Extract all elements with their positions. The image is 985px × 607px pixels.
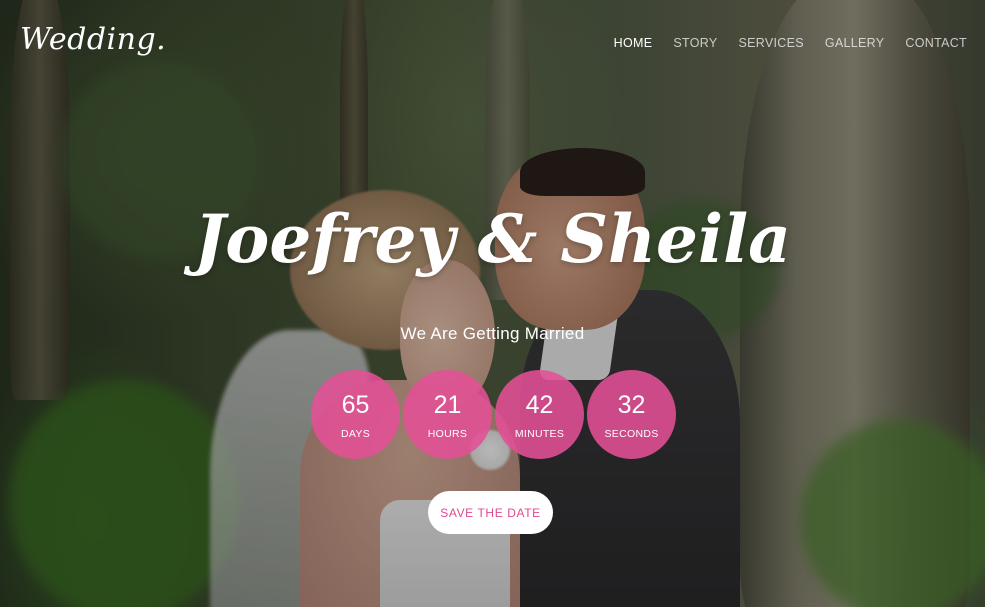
nav-item-services[interactable]: SERVICES (738, 36, 803, 50)
nav-item-story[interactable]: STORY (673, 36, 717, 50)
couple-names: Joefrey & Sheila (194, 200, 791, 278)
countdown-minutes: 42 MINUTES (495, 370, 584, 459)
countdown-value: 65 (341, 391, 370, 419)
countdown-unit: SECONDS (604, 428, 659, 440)
countdown-unit: MINUTES (514, 428, 565, 440)
countdown-seconds: 32 SECONDS (587, 370, 676, 459)
countdown-hours: 21 HOURS (403, 370, 492, 459)
hero-tagline: We Are Getting Married (400, 324, 585, 343)
nav-item-contact[interactable]: CONTACT (905, 36, 967, 50)
nav-item-home[interactable]: HOME (614, 36, 653, 50)
countdown-value: 42 (525, 391, 554, 419)
countdown-unit: HOURS (427, 428, 468, 440)
countdown-value: 21 (433, 391, 462, 419)
countdown-timer: 65 DAYS 21 HOURS 42 MINUTES 32 SECONDS (311, 370, 676, 459)
countdown-unit: DAYS (340, 428, 370, 440)
save-the-date-button[interactable]: SAVE THE DATE (428, 491, 553, 534)
main-nav: HOME STORY SERVICES GALLERY CONTACT (614, 36, 967, 50)
nav-item-gallery[interactable]: GALLERY (825, 36, 885, 50)
countdown-days: 65 DAYS (311, 370, 400, 459)
countdown-value: 32 (617, 391, 646, 419)
site-logo[interactable]: Wedding. (20, 22, 166, 57)
